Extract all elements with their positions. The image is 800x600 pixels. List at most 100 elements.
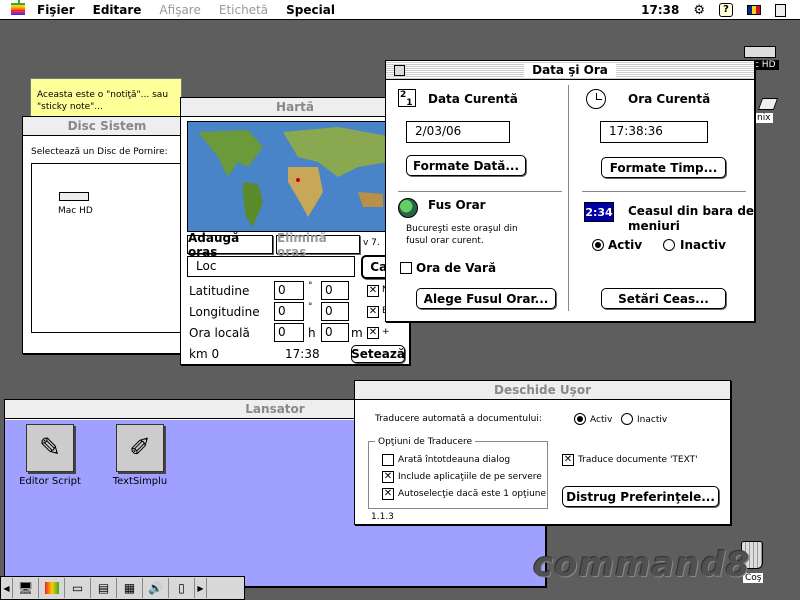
simpletext-icon: ✐ xyxy=(116,424,164,472)
disc-sistem-window[interactable]: Disc Sistem Selectează un Disc de Pornir… xyxy=(22,116,192,354)
current-time-label: Ora Curentă xyxy=(628,92,711,106)
sticky-text-line1: Aceasta este o "notiţă"... sau xyxy=(37,90,169,100)
menu-file[interactable]: Fişier xyxy=(28,3,84,17)
date-time-titlebar[interactable]: Data şi Ora xyxy=(386,61,754,80)
current-time-field[interactable]: 17:38:36 xyxy=(600,121,708,143)
translate-inactive-label: Inactiv xyxy=(637,415,668,425)
option3-checkbox[interactable]: ✕ xyxy=(382,488,394,500)
plus-checkbox[interactable]: ✕ xyxy=(367,327,379,339)
hard-disk-icon[interactable] xyxy=(744,46,776,58)
menu-view[interactable]: Afişare xyxy=(150,3,209,17)
harta-titlebar[interactable]: Hartă xyxy=(181,98,409,117)
easy-open-window[interactable]: Deschide Uşor Traducere automată a docum… xyxy=(354,380,731,525)
dst-checkbox[interactable] xyxy=(400,262,412,274)
sticky-note[interactable]: Aceasta este o "notiţă"... sau "sticky n… xyxy=(30,78,182,120)
remove-city-button[interactable]: Elimină oraş xyxy=(276,231,360,259)
close-box-icon[interactable] xyxy=(394,65,405,76)
map-time-value: 17:38 xyxy=(285,347,320,361)
clock-inactive-radio[interactable] xyxy=(663,239,675,251)
menubar-clock-label-line1: Ceasul din bara de xyxy=(628,204,755,218)
time-h-field[interactable]: 0 xyxy=(274,323,304,342)
clock-settings-button[interactable]: Setări Ceas... xyxy=(601,288,726,309)
harta-window[interactable]: Hartă Adaugă oraş Elimină oraş v 7. Loc … xyxy=(180,97,410,365)
strip-color-icon[interactable] xyxy=(39,578,65,598)
strip-pattern-icon[interactable]: ▦ xyxy=(117,578,143,598)
menu-label[interactable]: Etichetă xyxy=(210,3,277,17)
disk-icon-2[interactable] xyxy=(757,98,779,110)
translate-text-checkbox[interactable]: ✕ xyxy=(562,454,574,466)
launcher-title: Lansator xyxy=(237,402,313,416)
script-editor-icon: ✎ xyxy=(26,424,74,472)
mac-hd-icon[interactable] xyxy=(59,192,89,201)
timezone-desc-line1: Bucureşti este oraşul din xyxy=(406,224,518,234)
calendar-icon: 2 1 xyxy=(398,89,416,108)
sticky-text-line2: "sticky note"... xyxy=(37,102,103,112)
option1-label: Arată întotdeauna dialog xyxy=(398,455,511,465)
add-city-button[interactable]: Adaugă oraş xyxy=(187,231,273,259)
world-map[interactable] xyxy=(187,121,405,232)
destroy-prefs-button[interactable]: Distrug Preferinţele... xyxy=(562,486,719,507)
strip-left-arrow-icon[interactable]: ◀ xyxy=(1,578,13,598)
lon-min-field[interactable]: 0 xyxy=(321,302,349,321)
apple-guide-icon[interactable]: ⚙ xyxy=(693,3,705,18)
help-icon[interactable]: ? xyxy=(719,3,733,17)
disk-label-2: nix xyxy=(755,113,773,123)
lat-min-field[interactable]: 0 xyxy=(321,281,349,300)
menubar-clock-icon: 2:34 xyxy=(584,202,614,222)
timezone-desc-line2: fusul orar curent. xyxy=(406,236,484,246)
launcher-item-script-editor[interactable]: ✎ Editor Script xyxy=(15,424,85,487)
options-group-label: Opţiuni de Traducere xyxy=(375,437,476,447)
clock-inactive-label: Inactiv xyxy=(680,238,726,252)
time-formats-button[interactable]: Formate Timp... xyxy=(601,157,726,178)
clock-active-radio[interactable] xyxy=(592,239,604,251)
plus-label: + xyxy=(382,327,390,337)
application-menu-icon[interactable] xyxy=(775,3,786,17)
disc-sistem-title: Disc Sistem xyxy=(59,119,155,133)
set-button[interactable]: Setează xyxy=(351,345,405,363)
apple-menu-icon[interactable] xyxy=(8,0,28,19)
date-formats-button[interactable]: Formate Dată... xyxy=(406,155,526,176)
vertical-divider xyxy=(568,85,569,311)
menu-edit[interactable]: Editare xyxy=(84,3,151,17)
translate-inactive-radio[interactable] xyxy=(621,413,633,425)
menubar-clock-label-line2: meniuri xyxy=(628,219,680,233)
current-date-field[interactable]: 2/03/06 xyxy=(406,121,510,143)
strip-resize-icon[interactable]: ▯ xyxy=(169,578,195,598)
dst-label: Ora de Vară xyxy=(416,261,497,275)
lon-deg-unit: ° xyxy=(308,302,313,312)
option1-checkbox[interactable] xyxy=(382,454,394,466)
latitude-label: Latitudine xyxy=(189,284,250,298)
option2-checkbox[interactable]: ✕ xyxy=(382,471,394,483)
easy-open-titlebar[interactable]: Deschide Uşor xyxy=(355,381,730,400)
clock-active-label: Activ xyxy=(608,238,643,252)
strip-right-arrow-icon[interactable]: ▶ xyxy=(195,578,207,598)
menu-special[interactable]: Special xyxy=(277,3,344,17)
strip-monitor-icon[interactable]: 🖥 xyxy=(13,578,39,598)
mac-hd-label: Mac HD xyxy=(58,206,93,216)
east-checkbox[interactable]: ✕ xyxy=(367,306,379,318)
translate-active-radio[interactable] xyxy=(574,413,586,425)
lon-deg-field[interactable]: 0 xyxy=(274,302,304,321)
keyboard-flag-icon[interactable] xyxy=(747,5,761,15)
disc-sistem-titlebar[interactable]: Disc Sistem xyxy=(23,117,191,136)
strip-printer-icon[interactable]: ▤ xyxy=(91,578,117,598)
strip-sound-icon[interactable]: 🔊 xyxy=(143,578,169,598)
harta-title: Hartă xyxy=(268,100,322,114)
lat-deg-field[interactable]: 0 xyxy=(274,281,304,300)
date-time-window[interactable]: Data şi Ora 2 1 Data Curentă 2/03/06 For… xyxy=(385,60,755,322)
menubar-clock[interactable]: 17:38 xyxy=(641,3,679,17)
harta-version: v 7. xyxy=(363,238,380,248)
lat-deg-unit: ° xyxy=(308,281,313,291)
launcher-item-label: Editor Script xyxy=(19,476,81,487)
north-checkbox[interactable]: ✕ xyxy=(367,285,379,297)
time-m-field[interactable]: 0 xyxy=(321,323,349,342)
control-strip[interactable]: ◀ 🖥 ▭ ▤ ▦ 🔊 ▯ ▶ xyxy=(0,576,245,600)
strip-folder-icon[interactable]: ▭ xyxy=(65,578,91,598)
disk-list[interactable]: Mac HD xyxy=(31,163,191,333)
location-field[interactable]: Loc xyxy=(187,256,355,277)
choose-timezone-button[interactable]: Alege Fusul Orar... xyxy=(416,288,556,309)
km-label: km 0 xyxy=(189,347,220,361)
watermark-logo: command8 xyxy=(533,545,751,585)
globe-icon xyxy=(398,198,418,218)
launcher-item-simpletext[interactable]: ✐ TextSimplu xyxy=(105,424,175,487)
